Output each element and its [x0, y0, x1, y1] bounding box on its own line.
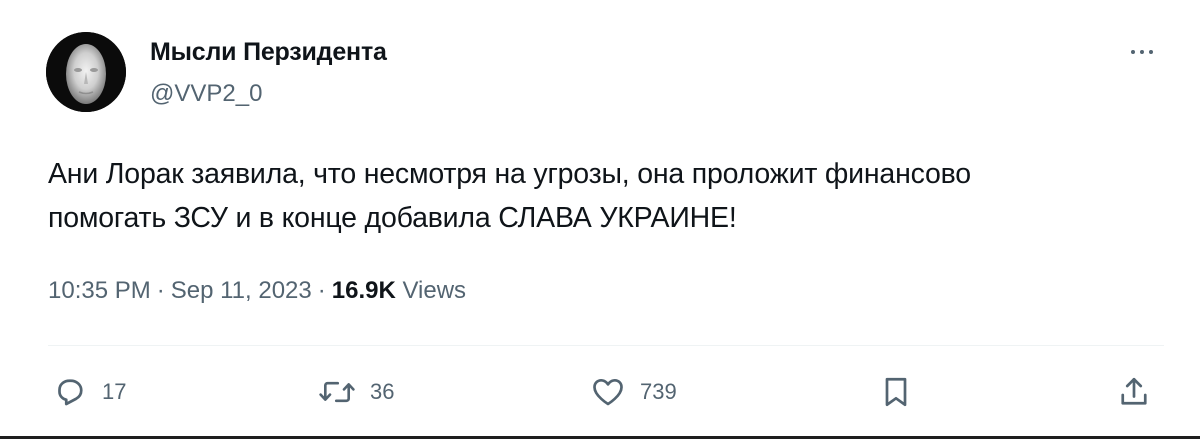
meta-separator: ·	[156, 277, 165, 304]
more-options-button[interactable]	[1124, 40, 1160, 64]
share-icon	[1121, 377, 1147, 405]
reply-icon	[58, 379, 83, 406]
more-icon	[1131, 50, 1153, 54]
divider	[48, 345, 1164, 346]
tweet-text-line: помогать ЗСУ и в конце добавила СЛАВА УК…	[48, 202, 737, 234]
tweet-date[interactable]: Sep 11, 2023	[171, 277, 312, 304]
author-display-name[interactable]: Мысли Перзидента	[150, 38, 387, 67]
tweet-card: Мысли Перзидента @VVP2_0 Ани Лорак заяви…	[0, 0, 1200, 436]
views-count[interactable]: 16.9K	[332, 277, 396, 304]
reply-button[interactable]: 17	[52, 370, 126, 414]
author-handle[interactable]: @VVP2_0	[150, 80, 262, 108]
views-label: Views	[402, 277, 467, 304]
avatar[interactable]	[46, 32, 126, 112]
tweet-time[interactable]: 10:35 PM	[48, 277, 151, 304]
share-button[interactable]	[1116, 370, 1152, 414]
tweet-text-line: Ани Лорак заявила, что несмотря на угроз…	[48, 158, 971, 190]
bookmark-icon	[885, 377, 907, 407]
avatar-image	[46, 32, 126, 112]
bookmark-button[interactable]	[878, 370, 914, 414]
like-button[interactable]: 739	[590, 370, 677, 414]
like-count: 739	[640, 379, 677, 404]
reply-count: 17	[102, 379, 127, 404]
retweet-button[interactable]: 36	[318, 370, 394, 414]
meta-separator: ·	[317, 277, 326, 304]
tweet-meta: 10:35 PM · Sep 11, 2023 · 16.9K Views	[48, 277, 466, 305]
tweet-text: Ани Лорак заявила, что несмотря на угроз…	[48, 152, 1168, 240]
retweet-count: 36	[370, 379, 395, 404]
heart-icon	[593, 378, 623, 406]
retweet-icon	[319, 381, 355, 403]
